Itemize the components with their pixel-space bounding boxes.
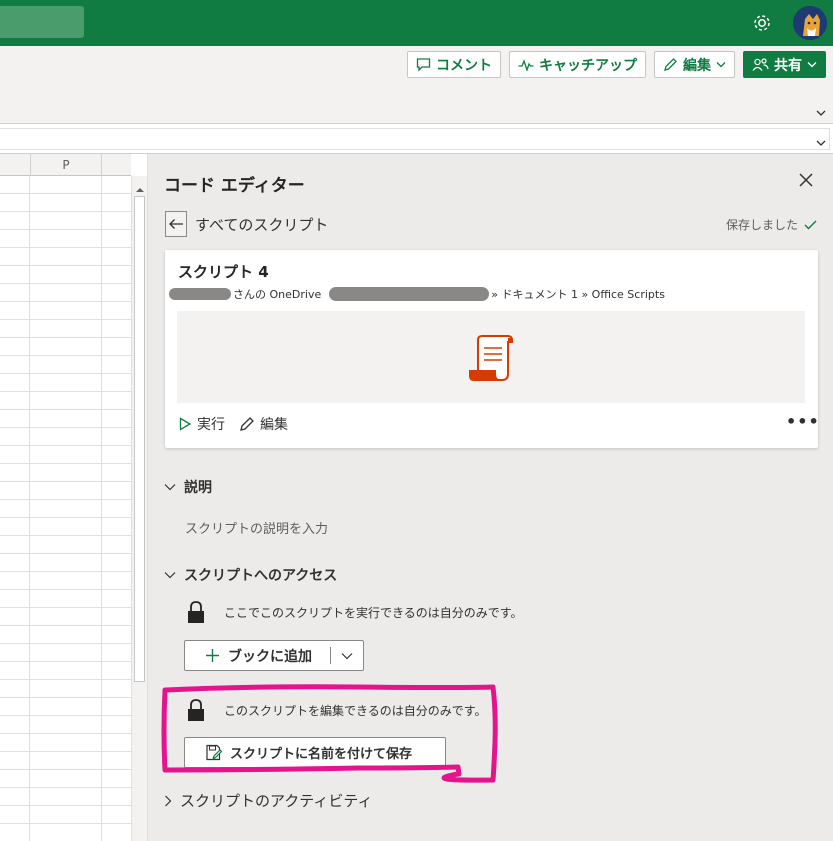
search-box[interactable] [0,6,84,38]
save-as-icon [206,744,222,761]
script-preview[interactable] [177,311,805,403]
app-header [0,0,833,46]
pencil-icon [664,58,677,71]
pane-title: コード エディター [164,176,305,196]
settings-gear-icon[interactable] [751,12,773,34]
chevron-down-icon [807,62,817,68]
chevron-right-icon [165,795,172,806]
edit-script-label: 編集 [260,417,288,433]
run-label: 実行 [197,417,225,433]
access-header-label: スクリプトへのアクセス [184,568,338,584]
chevron-down-icon [164,572,176,579]
checkmark-icon [804,220,817,229]
chevron-down-icon [164,484,176,491]
save-status: 保存しました [726,216,817,233]
vertical-scrollbar[interactable] [131,176,147,841]
comment-icon [416,58,431,72]
chevron-down-icon [341,652,353,659]
edit-mode-label: 編集 [683,57,711,74]
lock-icon [188,601,204,623]
script-path-tail: » ドキュメント 1 » Office Scripts [491,288,665,301]
add-to-book-button[interactable]: ブックに追加 [184,640,364,671]
column-header-p[interactable]: P [30,154,102,176]
all-scripts-link[interactable]: すべてのスクリプト [195,214,328,235]
add-to-book-dropdown[interactable] [331,652,363,660]
access-section-header[interactable]: スクリプトへのアクセス [164,565,337,585]
edit-mode-button[interactable]: 編集 [654,51,735,78]
pencil-icon [240,417,254,431]
pulse-icon [518,58,534,71]
run-access-notice: ここでこのスクリプトを実行できるのは自分のみです。 [187,600,523,624]
scrollbar-thumb[interactable] [134,196,145,682]
column-header-row: P [0,154,131,176]
edit-script-button[interactable]: 編集 [239,414,288,434]
user-avatar[interactable] [793,6,827,40]
comment-label: コメント [436,57,492,74]
description-section-header[interactable]: 説明 [164,477,212,497]
run-access-text: ここでこのスクリプトを実行できるのは自分のみです。 [224,605,523,620]
back-button[interactable] [165,211,187,237]
script-actions: 実行 編集 [178,414,302,434]
play-icon [179,417,192,431]
script-location: さんの OneDrive » ドキュメント 1 » Office Scripts [169,286,665,302]
ribbon-expand-chevron-icon[interactable] [815,104,827,116]
ribbon: コメント キャッチアップ 編集 共有 [0,46,833,124]
script-name: スクリプト 4 [178,263,269,281]
owner-onedrive-label: さんの OneDrive [233,288,322,301]
code-editor-pane: コード エディター すべてのスクリプト 保存しました スクリプト 4 さんの O… [147,154,833,841]
lock-icon [188,699,204,721]
spreadsheet-grid[interactable]: P [0,154,147,841]
catchup-label: キャッチアップ [539,57,637,74]
share-button[interactable]: 共有 [743,51,826,78]
activity-section-header[interactable]: スクリプトのアクティビティ [164,790,372,811]
office-script-icon [469,335,513,381]
edit-access-notice: このスクリプトを編集できるのは自分のみです。 [187,698,487,722]
share-people-icon [752,58,769,71]
add-to-book-label: ブックに追加 [228,648,312,665]
close-icon[interactable] [798,172,814,188]
formula-bar [0,125,833,154]
save-status-label: 保存しました [726,218,799,232]
description-input[interactable]: スクリプトの説明を入力 [185,518,328,537]
add-to-book-main[interactable]: ブックに追加 [185,646,330,666]
save-as-label: スクリプトに名前を付けて保存 [230,747,413,762]
activity-header-label: スクリプトのアクティビティ [180,792,373,810]
script-card: スクリプト 4 さんの OneDrive » ドキュメント 1 » Office… [165,250,819,448]
arrow-left-icon [169,219,183,229]
edit-access-text: このスクリプトを編集できるのは自分のみです。 [224,703,487,718]
catchup-button[interactable]: キャッチアップ [509,51,646,78]
chevron-down-icon [716,62,726,68]
plus-icon [206,649,219,662]
grid-cells[interactable] [0,176,131,841]
comment-button[interactable]: コメント [407,51,501,78]
scroll-up-arrow-icon[interactable] [135,180,145,192]
share-label: 共有 [774,57,802,74]
description-header-label: 説明 [184,480,212,496]
more-options-button[interactable]: ••• [786,413,819,433]
run-button[interactable]: 実行 [178,414,225,434]
formula-input[interactable] [0,128,830,150]
redacted-onedrive-name [329,287,490,301]
save-as-script-button[interactable]: スクリプトに名前を付けて保存 [184,737,446,768]
formula-expand-chevron-icon[interactable] [815,134,827,146]
redacted-user-name [169,288,231,300]
